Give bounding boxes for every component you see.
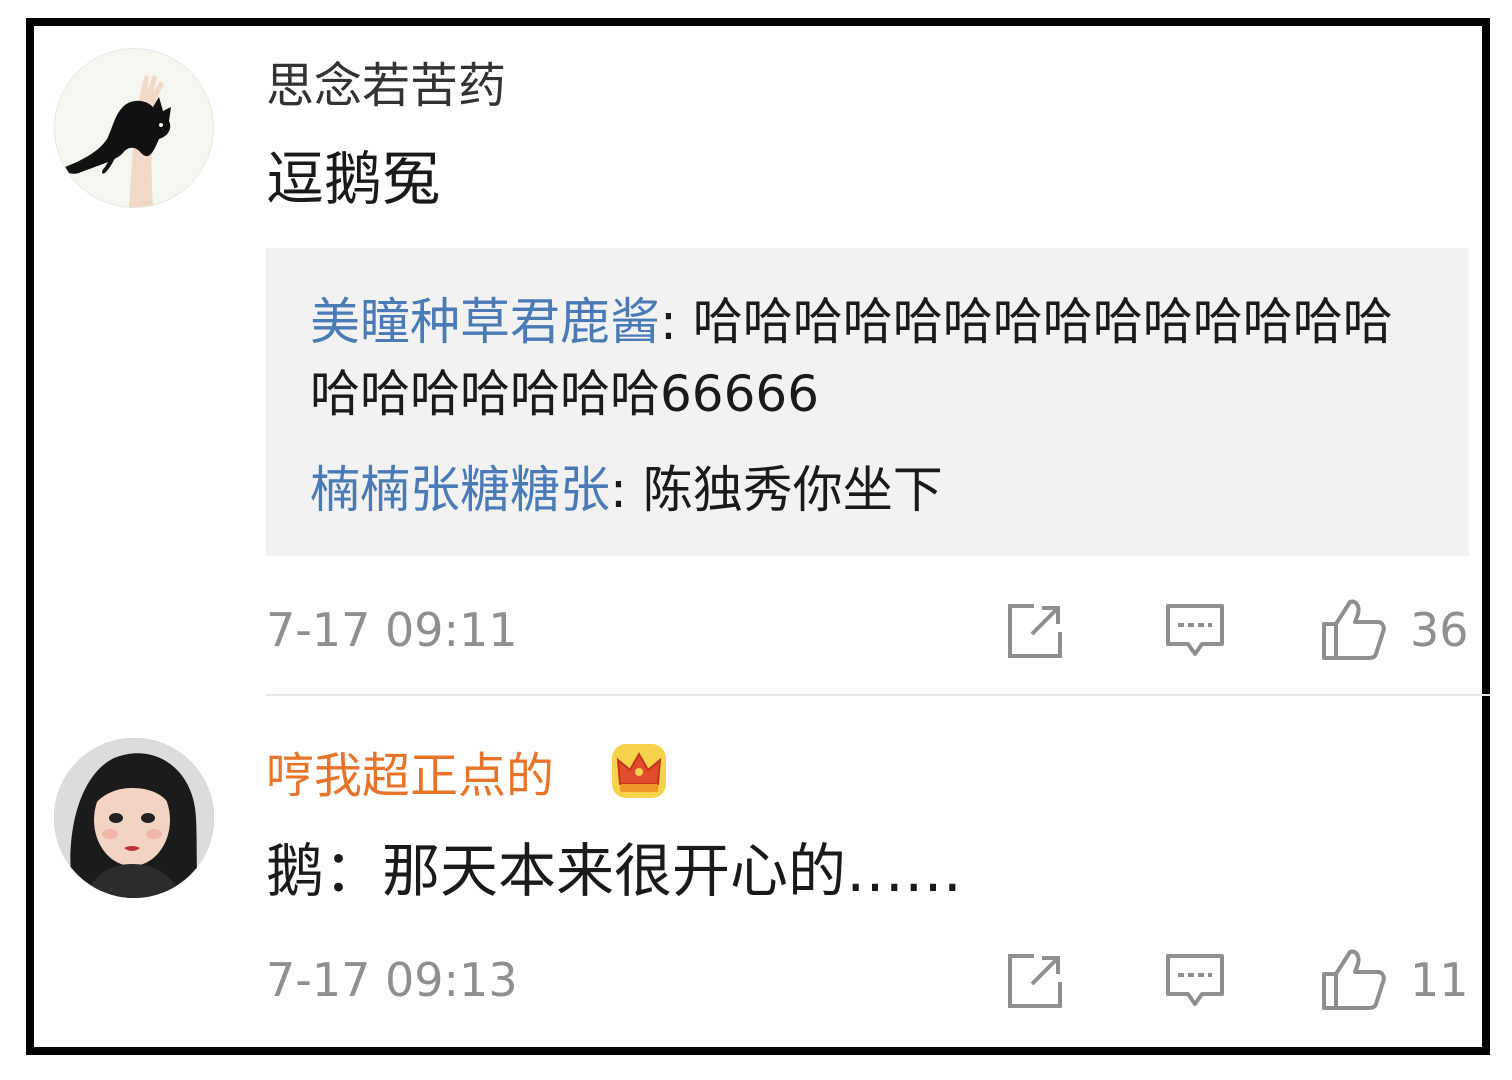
thumbs-up-icon[interactable] bbox=[1320, 596, 1386, 660]
like-count: 36 bbox=[1410, 603, 1469, 657]
like-count: 11 bbox=[1410, 953, 1469, 1007]
comment-timestamp: 7-17 09:13 bbox=[266, 953, 518, 1007]
black-cat-avatar bbox=[55, 49, 213, 207]
comment-username[interactable]: 思念若苦药 bbox=[266, 58, 506, 114]
reply-item: 楠楠张糖糖张: 陈独秀你坐下 bbox=[310, 454, 1430, 526]
share-icon[interactable] bbox=[1004, 600, 1066, 662]
reply-preview-box[interactable]: 美瞳种草君鹿酱: 哈哈哈哈哈哈哈哈哈哈哈哈哈哈哈哈哈哈哈哈哈66666 楠楠张糖… bbox=[266, 248, 1469, 556]
reply-username[interactable]: 美瞳种草君鹿酱 bbox=[310, 293, 660, 351]
thumbs-up-icon[interactable] bbox=[1320, 946, 1386, 1010]
comment-timestamp: 7-17 09:11 bbox=[266, 603, 518, 657]
reply-item: 美瞳种草君鹿酱: 哈哈哈哈哈哈哈哈哈哈哈哈哈哈哈哈哈哈哈哈哈66666 bbox=[310, 286, 1430, 430]
crown-icon[interactable] bbox=[608, 740, 670, 802]
comment-list-frame: 思念若苦药 逗鹅冤 美瞳种草君鹿酱: 哈哈哈哈哈哈哈哈哈哈哈哈哈哈哈哈哈哈哈哈哈… bbox=[26, 18, 1490, 1055]
comment-text: 鹅：那天本来很开心的…… bbox=[266, 837, 963, 905]
comment-icon[interactable] bbox=[1164, 950, 1226, 1012]
comment-username[interactable]: 哼我超正点的 bbox=[266, 748, 554, 804]
reply-text: : 陈独秀你坐下 bbox=[610, 461, 943, 519]
avatar[interactable] bbox=[54, 738, 214, 898]
reply-username[interactable]: 楠楠张糖糖张 bbox=[310, 461, 610, 519]
share-icon[interactable] bbox=[1004, 950, 1066, 1012]
comment-text: 逗鹅冤 bbox=[266, 145, 441, 213]
girl-portrait-avatar bbox=[54, 738, 214, 898]
avatar[interactable] bbox=[54, 48, 214, 208]
comment-icon[interactable] bbox=[1164, 600, 1226, 662]
comment-divider bbox=[266, 694, 1490, 696]
